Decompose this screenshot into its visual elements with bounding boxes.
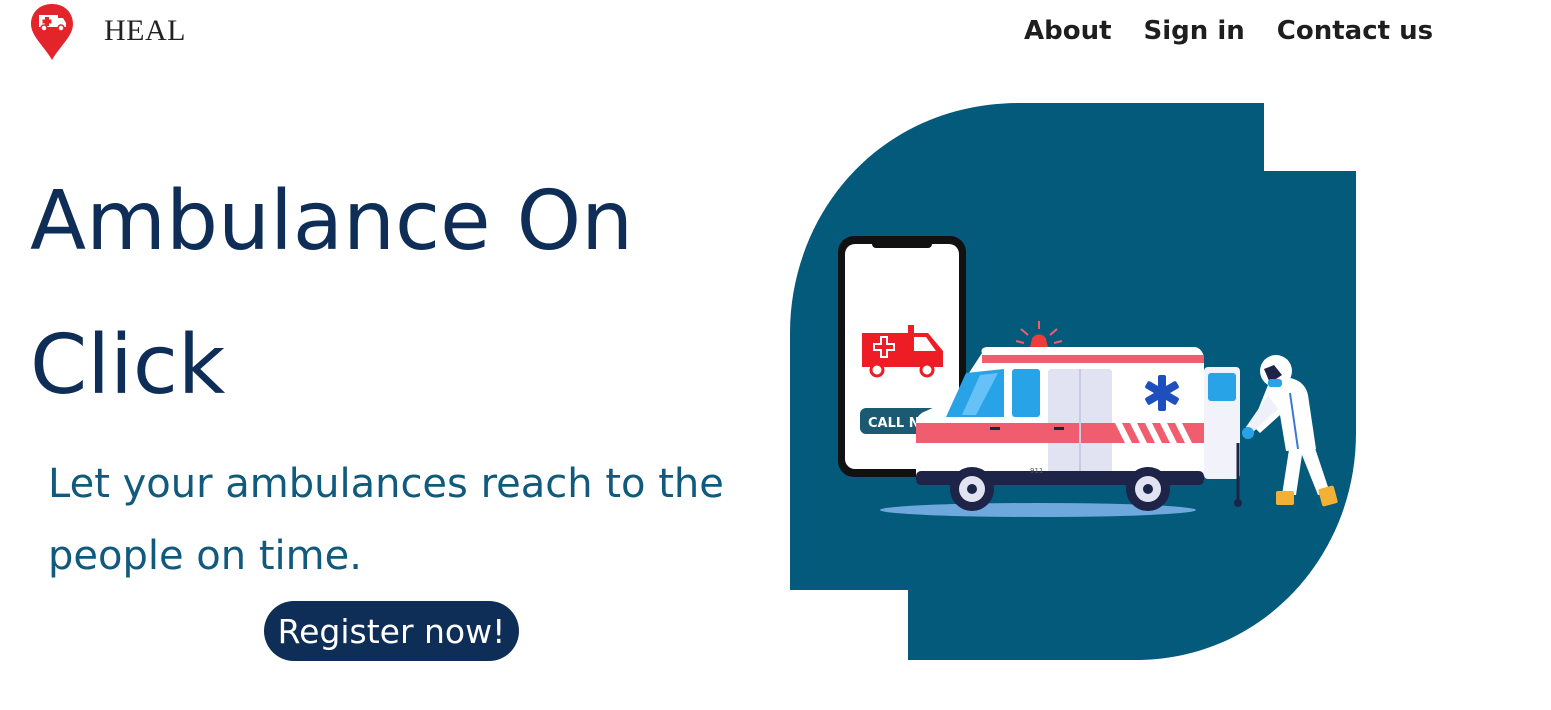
nav-about-link[interactable]: About bbox=[1024, 16, 1112, 46]
nav-contact-link[interactable]: Contact us bbox=[1277, 16, 1433, 46]
brand-name[interactable]: HEAL bbox=[104, 14, 186, 48]
nav-sign-in-link[interactable]: Sign in bbox=[1144, 16, 1245, 46]
hero-title: Ambulance On Click bbox=[30, 174, 634, 413]
hero-subtitle: Let your ambulances reach to the people … bbox=[48, 461, 724, 579]
ambulance-location-pin-icon bbox=[31, 4, 73, 60]
vehicle-number: 911 bbox=[1030, 467, 1043, 475]
top-nav: About Sign in Contact us bbox=[1024, 16, 1433, 46]
hero-illustration: CALL NOW 911 bbox=[790, 103, 1356, 660]
register-button[interactable]: Register now! bbox=[264, 601, 519, 661]
